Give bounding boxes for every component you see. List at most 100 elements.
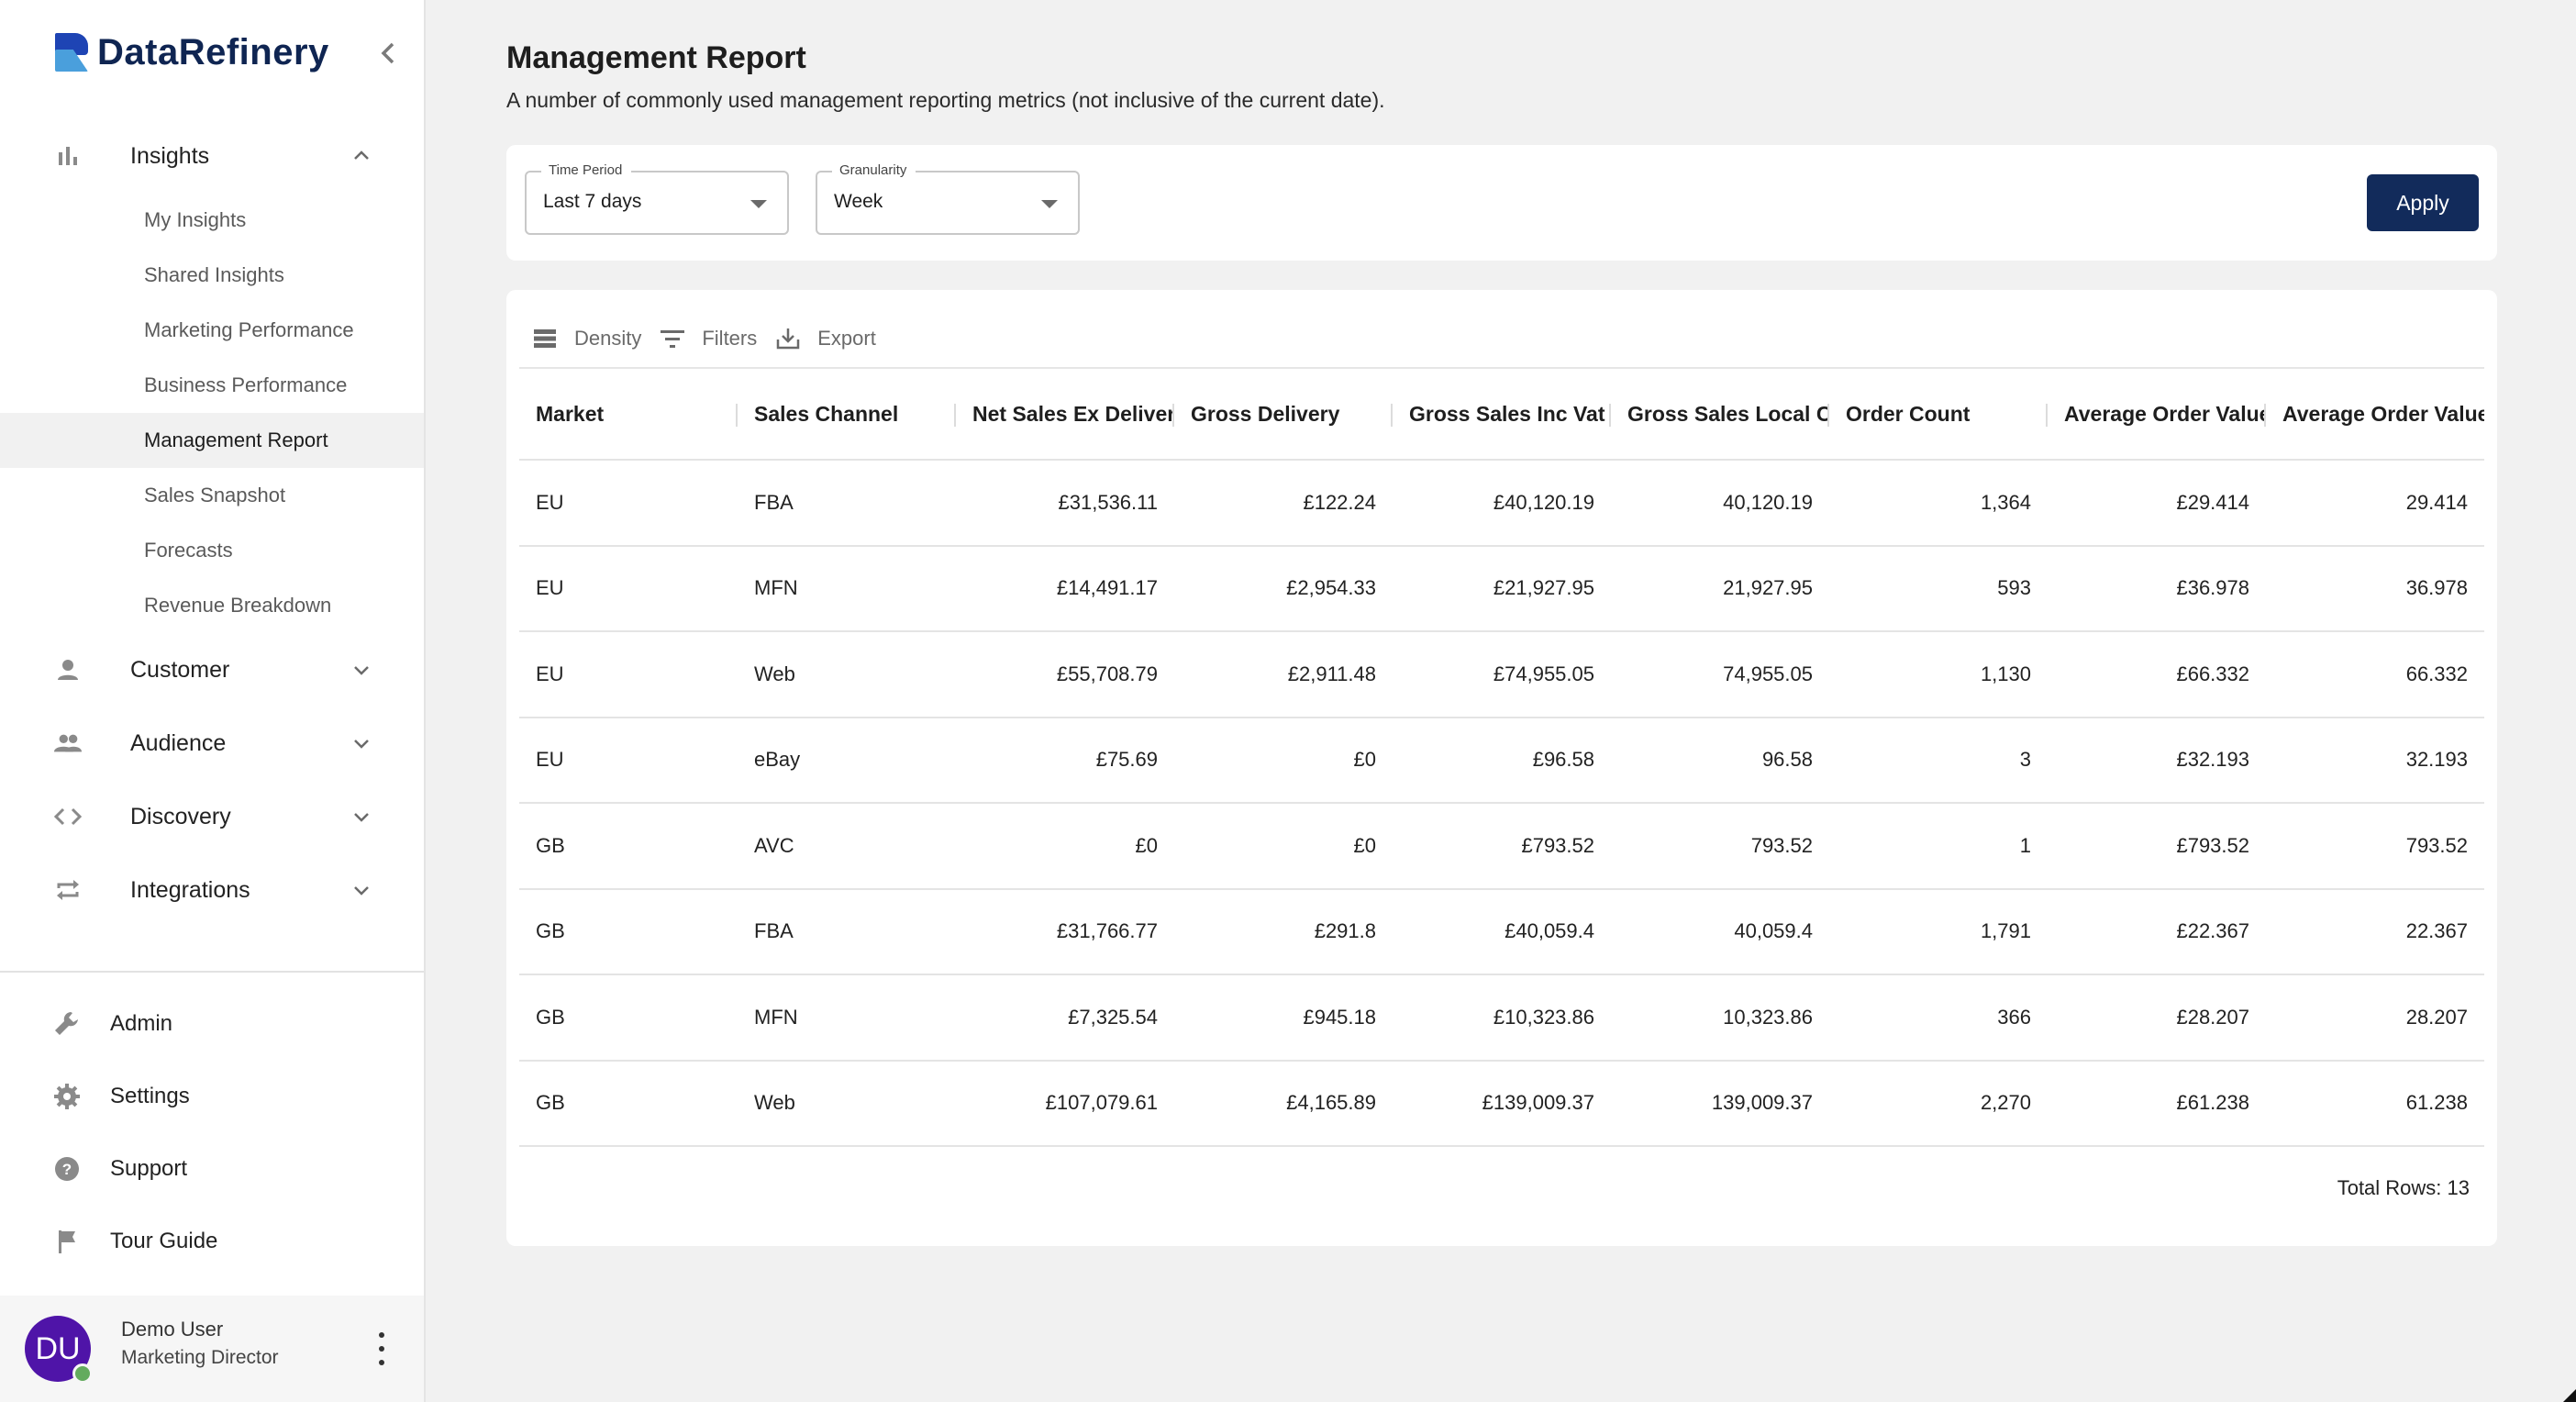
export-button[interactable]: Export	[775, 326, 876, 351]
column-header-gross-delivery[interactable]: Gross Delivery	[1174, 402, 1393, 427]
filter-panel: Time Period Last 7 days Granularity Week…	[506, 145, 2497, 261]
sidebar-group-insights[interactable]: Insights	[0, 119, 424, 193]
table-cell: £74,955.05	[1493, 662, 1594, 685]
filter-icon	[660, 326, 685, 351]
table-cell: GB	[536, 1091, 565, 1115]
table-toolbar: Density Filters Export	[532, 323, 894, 354]
sync-icon	[53, 875, 83, 905]
table-cell: £0	[1353, 833, 1376, 857]
table-row[interactable]: EU eBay £75.69 £0 £96.58 96.58 3 £32.193 32.193	[519, 718, 2484, 804]
avatar[interactable]: DU	[25, 1316, 93, 1384]
window-corner	[2563, 1389, 2576, 1402]
granularity-value: Week	[834, 191, 883, 212]
table-cell: 61.238	[2405, 1091, 2468, 1115]
column-header-gross-sales-inc-vat[interactable]: Gross Sales Inc Vat	[1393, 402, 1611, 427]
main-content: Management Report A number of commonly u…	[426, 0, 2576, 1402]
sidebar-group-discovery[interactable]: Discovery	[0, 780, 424, 853]
table-cell: £291.8	[1314, 919, 1376, 943]
column-header-order-count[interactable]: Order Count	[1829, 402, 2048, 427]
column-header-net-sales-ex-delivery[interactable]: Net Sales Ex Delivery	[956, 402, 1174, 427]
sidebar-bottom-nav: Admin Settings ? Support Tour Guide	[0, 987, 424, 1277]
table-cell: £10,323.86	[1493, 1005, 1594, 1029]
user-role: Marketing Director	[121, 1347, 279, 1368]
column-header-average-order-value[interactable]: Average Order Value	[2048, 402, 2266, 427]
table-cell: £55,708.79	[1056, 662, 1158, 685]
table-cell: £29.414	[2176, 490, 2249, 514]
sidebar-item-label: Admin	[110, 1010, 173, 1036]
table-row[interactable]: EU MFN £14,491.17 £2,954.33 £21,927.95 21,927…	[519, 547, 2484, 632]
apply-button[interactable]: Apply	[2367, 174, 2479, 231]
table-cell: EU	[536, 662, 564, 685]
collapse-sidebar-button[interactable]	[378, 39, 398, 68]
table-cell: 793.52	[1750, 833, 1813, 857]
column-header-sales-channel[interactable]: Sales Channel	[738, 402, 956, 427]
page-title: Management Report	[506, 40, 806, 75]
table-row[interactable]: GB Web £107,079.61 £4,165.89 £139,009.37 139,…	[519, 1062, 2484, 1147]
logo-mark-icon	[55, 33, 88, 72]
person-icon	[53, 655, 83, 684]
sidebar-item-support[interactable]: ? Support	[0, 1132, 424, 1205]
sidebar-item-marketing-performance[interactable]: Marketing Performance	[0, 303, 424, 358]
sidebar-group-integrations[interactable]: Integrations	[0, 853, 424, 927]
table-row[interactable]: EU Web £55,708.79 £2,911.48 £74,955.05 74,955…	[519, 632, 2484, 718]
chevron-up-icon	[350, 145, 372, 167]
table-row[interactable]: EU FBA £31,536.11 £122.24 £40,120.19 40,120.1…	[519, 461, 2484, 547]
table-cell: MFN	[754, 576, 798, 600]
sidebar-item-admin[interactable]: Admin	[0, 987, 424, 1060]
table-cell: £0	[1135, 833, 1158, 857]
table-cell: 96.58	[1761, 748, 1813, 772]
granularity-select[interactable]: Granularity Week	[816, 162, 1080, 235]
sidebar-item-settings[interactable]: Settings	[0, 1060, 424, 1132]
table-cell: £122.24	[1303, 490, 1376, 514]
table-cell: £61.238	[2176, 1091, 2249, 1115]
table-cell: 1,791	[1980, 919, 2031, 943]
granularity-label: Granularity	[832, 162, 916, 178]
table-cell: 1,364	[1980, 490, 2031, 514]
column-header-market[interactable]: Market	[519, 402, 738, 427]
user-menu-button[interactable]	[374, 1332, 389, 1365]
table-cell: EU	[536, 490, 564, 514]
table-cell: £75.69	[1095, 748, 1158, 772]
svg-text:?: ?	[62, 1161, 72, 1178]
table-cell: £793.52	[2176, 833, 2249, 857]
table-row[interactable]: GB AVC £0 £0 £793.52 793.52 1 £793.52 793.52	[519, 804, 2484, 890]
sidebar-item-revenue-breakdown[interactable]: Revenue Breakdown	[0, 578, 424, 633]
gear-icon	[51, 1081, 83, 1112]
table-cell: £22.367	[2176, 919, 2249, 943]
sidebar-divider	[0, 971, 424, 973]
table-cell: 36.978	[2405, 576, 2468, 600]
sidebar-item-tour-guide[interactable]: Tour Guide	[0, 1205, 424, 1277]
table-cell: 10,323.86	[1723, 1005, 1813, 1029]
table-row[interactable]: GB MFN £7,325.54 £945.18 £10,323.86 10,323.86…	[519, 975, 2484, 1062]
data-grid: Market Sales Channel Net Sales Ex Delive…	[519, 369, 2484, 1147]
sidebar-group-customer[interactable]: Customer	[0, 633, 424, 707]
sidebar-item-shared-insights[interactable]: Shared Insights	[0, 248, 424, 303]
table-cell: GB	[536, 833, 565, 857]
column-header-gross-sales-local-currency[interactable]: Gross Sales Local Currency	[1611, 402, 1829, 427]
sidebar-item-sales-snapshot[interactable]: Sales Snapshot	[0, 468, 424, 523]
table-cell: 22.367	[2405, 919, 2468, 943]
sidebar-item-forecasts[interactable]: Forecasts	[0, 523, 424, 578]
sidebar-group-label: Integrations	[130, 876, 250, 903]
table-cell: £32.193	[2176, 748, 2249, 772]
density-button[interactable]: Density	[532, 326, 641, 351]
table-cell: £40,120.19	[1493, 490, 1594, 514]
app-logo[interactable]: DataRefinery	[55, 28, 404, 77]
sidebar-item-business-performance[interactable]: Business Performance	[0, 358, 424, 413]
user-name: Demo User	[121, 1318, 224, 1341]
table-cell: 66.332	[2405, 662, 2468, 685]
sidebar-group-audience[interactable]: Audience	[0, 707, 424, 780]
table-cell: 21,927.95	[1723, 576, 1813, 600]
column-header-average-order-value-local[interactable]: Average Order Value	[2266, 402, 2484, 427]
table-cell: GB	[536, 1005, 565, 1029]
sidebar-item-management-report[interactable]: Management Report	[0, 413, 424, 468]
table-row[interactable]: GB FBA £31,766.77 £291.8 £40,059.4 40,059.4 1,…	[519, 890, 2484, 975]
table-cell: £31,536.11	[1058, 490, 1158, 514]
table-cell: 28.207	[2405, 1005, 2468, 1029]
online-status-indicator	[72, 1363, 93, 1384]
sidebar-item-my-insights[interactable]: My Insights	[0, 193, 424, 248]
time-period-select[interactable]: Time Period Last 7 days	[525, 162, 789, 235]
filters-button[interactable]: Filters	[660, 326, 757, 351]
total-rows-count: Total Rows: 13	[2337, 1176, 2470, 1199]
sidebar-group-label: Discovery	[130, 803, 231, 829]
